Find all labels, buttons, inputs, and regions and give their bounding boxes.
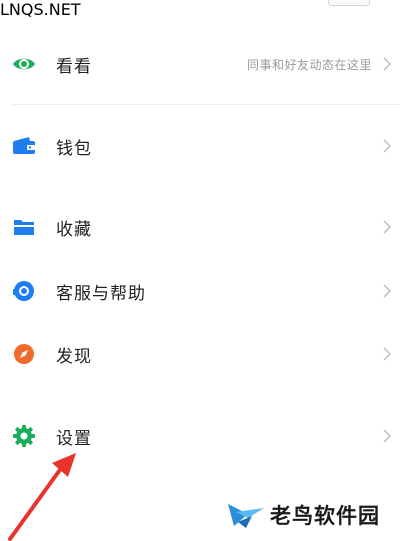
eye-icon — [11, 51, 37, 77]
folder-icon — [11, 214, 37, 240]
chevron-right-icon — [380, 344, 394, 364]
menu-item-kankan[interactable]: 看看 同事和好友动态在这里 — [0, 36, 400, 92]
menu-item-discover[interactable]: 发现 — [0, 326, 400, 382]
menu-item-label: 收藏 — [56, 219, 92, 240]
menu-item-wallet[interactable]: 钱包 — [0, 118, 400, 174]
chevron-right-icon — [380, 217, 394, 237]
arrow-icon — [8, 453, 76, 541]
menu-item-label: 发现 — [56, 346, 92, 367]
watermark: 老鸟软件园 — [200, 488, 400, 541]
watermark-text: 老鸟软件园 — [270, 503, 380, 528]
watermark-subtext: LNQS.NET — [0, 0, 81, 19]
menu-item-support[interactable]: 客服与帮助 — [0, 263, 400, 319]
menu-item-hint: 同事和好友动态在这里 — [246, 57, 372, 72]
chevron-right-icon — [380, 136, 394, 156]
top-button-stub[interactable] — [328, 0, 370, 6]
chevron-right-icon — [380, 281, 394, 301]
headset-icon — [11, 278, 37, 304]
menu-item-label: 客服与帮助 — [56, 283, 146, 304]
chevron-right-icon — [380, 54, 394, 74]
menu-item-label: 看看 — [56, 56, 92, 77]
menu-item-label: 钱包 — [56, 138, 92, 159]
compass-icon — [11, 341, 37, 367]
divider — [12, 104, 400, 105]
chevron-right-icon — [380, 426, 394, 446]
wallet-icon — [11, 133, 37, 159]
me-menu-page: 看看 同事和好友动态在这里 钱包 收藏 客服与帮助 发现 设置 老鸟软件园 LN… — [0, 0, 400, 541]
menu-item-favorites[interactable]: 收藏 — [0, 199, 400, 255]
bird-logo-icon — [228, 503, 264, 528]
